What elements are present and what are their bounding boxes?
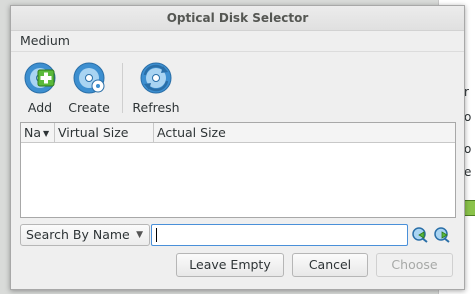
column-actual-size-label: Actual Size: [157, 125, 226, 140]
add-button[interactable]: Add: [19, 61, 61, 115]
medium-table[interactable]: Na ▼ Virtual Size Actual Size: [20, 122, 456, 218]
search-next-icon[interactable]: [433, 226, 451, 244]
background-text: o: [464, 142, 472, 156]
text-caret: [156, 228, 157, 242]
toolbar-separator: [122, 63, 123, 113]
choose-button[interactable]: Choose: [376, 253, 453, 277]
menubar: Medium: [11, 31, 464, 52]
column-header-actual-size[interactable]: Actual Size: [154, 123, 455, 142]
column-header-virtual-size[interactable]: Virtual Size: [55, 123, 154, 142]
background-text: e: [464, 165, 472, 179]
add-disk-icon: [24, 62, 56, 94]
search-previous-icon[interactable]: [411, 226, 429, 244]
leave-empty-button[interactable]: Leave Empty: [176, 253, 284, 277]
refresh-disk-icon: [140, 62, 172, 94]
column-virtual-size-label: Virtual Size: [58, 125, 129, 140]
background-green-icon: [464, 200, 475, 216]
optical-disk-selector-dialog: Optical Disk Selector Medium Add Create: [10, 5, 465, 290]
create-disk-icon: [73, 62, 105, 94]
column-name-label: Na: [24, 125, 42, 140]
column-header-name[interactable]: Na ▼: [21, 123, 55, 142]
background-text: o: [464, 110, 472, 124]
chevron-down-icon: ▼: [136, 230, 143, 240]
search-mode-label: Search By Name: [26, 227, 130, 242]
window-title: Optical Disk Selector: [11, 6, 464, 31]
refresh-label: Refresh: [132, 100, 180, 115]
refresh-button[interactable]: Refresh: [131, 61, 181, 115]
search-input[interactable]: [151, 224, 408, 246]
sort-down-icon: ▼: [43, 129, 50, 138]
add-label: Add: [27, 100, 53, 115]
create-button[interactable]: Create: [66, 61, 112, 115]
table-header: Na ▼ Virtual Size Actual Size: [21, 123, 455, 143]
cancel-button[interactable]: Cancel: [292, 253, 368, 277]
create-label: Create: [68, 100, 110, 115]
search-mode-combo[interactable]: Search By Name ▼: [20, 224, 150, 246]
menu-medium[interactable]: Medium: [20, 33, 70, 49]
